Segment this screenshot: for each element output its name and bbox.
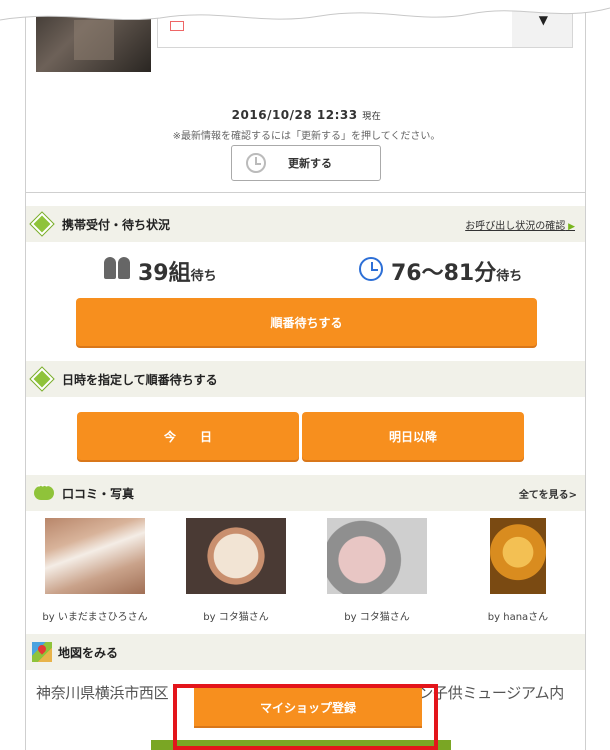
photo-thumbnail[interactable] xyxy=(327,518,427,594)
refresh-notice: ※最新情報を確認するには「更新する」を押してください。 xyxy=(172,131,441,142)
reviews-section-header: 口コミ・写真 全てを見る> xyxy=(26,475,585,511)
see-all-link[interactable]: 全てを見る> xyxy=(519,486,577,501)
divider xyxy=(26,192,585,193)
photo-item[interactable]: by いまだまさひろさん xyxy=(26,518,165,623)
photo-thumbnail[interactable] xyxy=(45,518,145,594)
refresh-label: 更新する xyxy=(288,157,332,170)
today-button[interactable]: 今 日 xyxy=(77,412,299,460)
map-section-title: 地図をみる xyxy=(58,645,119,660)
photo-caption: by いまだまさひろさん xyxy=(42,612,148,623)
groups-waiting: 39組待ち xyxy=(138,255,217,287)
photo-thumbnail[interactable] xyxy=(186,518,286,594)
queue-section-header: 携帯受付・待ち状況 お呼び出し状況の確認 ▶ xyxy=(26,206,585,242)
torn-edge xyxy=(0,0,610,21)
schedule-section-header: 日時を指定して順番待ちする xyxy=(26,361,585,397)
photo-caption: by コタ猫さん xyxy=(344,612,410,623)
wait-status: 39組待ち 76〜81分待ち xyxy=(26,255,585,291)
myshop-register-button[interactable]: マイショップ登録 xyxy=(194,688,422,726)
triangle-right-icon: ▶ xyxy=(565,221,575,232)
photo-caption: by コタ猫さん xyxy=(203,612,269,623)
schedule-section-title: 日時を指定して順番待ちする xyxy=(62,372,218,387)
clock-icon xyxy=(359,257,383,281)
reviews-section-title: 口コミ・写真 xyxy=(62,486,135,501)
tomorrow-button[interactable]: 明日以降 xyxy=(302,412,524,460)
call-status-label: お呼び出し状況の確認 xyxy=(465,220,566,232)
timestamp-suffix: 現在 xyxy=(362,112,382,122)
wait-time: 76〜81分待ち xyxy=(391,255,522,287)
wait-suffix: 待ち xyxy=(496,269,523,284)
groups-suffix: 待ち xyxy=(190,269,217,284)
page-frame: ▼ 2016/10/28 12:33 現在 ※最新情報を確認するには「更新する」… xyxy=(25,0,586,750)
refresh-button[interactable]: 更新する xyxy=(231,145,381,181)
groups-value: 39組 xyxy=(138,261,191,286)
photo-thumbnail[interactable] xyxy=(490,518,546,594)
photo-item[interactable]: by コタ猫さん xyxy=(307,518,447,623)
timestamp-value: 2016/10/28 12:33 xyxy=(231,108,358,122)
diamond-icon xyxy=(29,366,55,392)
map-section-header[interactable]: 地図をみる xyxy=(26,634,585,670)
photo-item[interactable]: by hanaさん xyxy=(448,518,585,623)
photo-list: by いまだまさひろさん by コタ猫さん by コタ猫さん by hanaさん xyxy=(26,518,585,638)
wait-value: 76〜81分 xyxy=(391,261,497,286)
chat-bubble-icon xyxy=(34,481,54,500)
queue-section-title: 携帯受付・待ち状況 xyxy=(62,217,171,232)
map-icon xyxy=(32,642,52,662)
people-icon xyxy=(104,257,134,279)
history-clock-icon xyxy=(246,153,266,173)
photo-item[interactable]: by コタ猫さん xyxy=(166,518,306,623)
join-queue-button[interactable]: 順番待ちする xyxy=(76,298,537,346)
call-status-link[interactable]: お呼び出し状況の確認 ▶ xyxy=(465,217,575,232)
diamond-icon xyxy=(29,211,55,237)
timestamp: 2016/10/28 12:33 現在 xyxy=(26,108,585,122)
photo-caption: by hanaさん xyxy=(487,612,549,623)
